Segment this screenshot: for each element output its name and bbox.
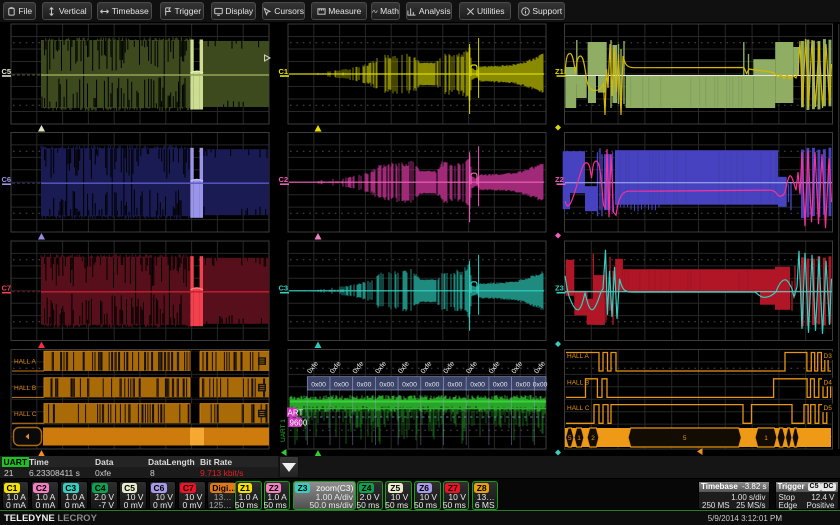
svg-text:0x00: 0x00 [516,381,531,388]
svg-text:Z3: Z3 [555,284,564,293]
svg-text:5: 5 [568,435,572,442]
svg-text:HALL B: HALL B [567,379,589,386]
svg-text:1: 1 [764,435,768,442]
svg-text:Z2: Z2 [555,175,564,184]
svg-text:1: 1 [577,435,581,442]
svg-text:C2: C2 [279,175,289,184]
svg-text:0x00: 0x00 [448,381,463,388]
svg-text:C7: C7 [2,284,12,293]
svg-text:HALL A: HALL A [567,353,589,360]
svg-text:0x00: 0x00 [533,381,548,388]
svg-text:HALL C: HALL C [14,411,37,418]
svg-text:C6: C6 [2,175,12,184]
svg-text:ART: ART [288,408,304,417]
svg-text:Z1: Z1 [555,67,564,76]
svg-text:D4: D4 [824,379,833,386]
svg-text:9600: 9600 [290,418,308,427]
svg-text:HALL C: HALL C [567,405,590,412]
svg-text:HALL B: HALL B [14,385,36,392]
svg-text:0x00: 0x00 [334,381,349,388]
svg-text:C5: C5 [2,67,12,76]
svg-text:0x00: 0x00 [493,381,508,388]
svg-text:0x00: 0x00 [357,381,372,388]
svg-text:D3: D3 [824,353,833,360]
svg-text:0x00: 0x00 [311,381,326,388]
svg-text:0x00: 0x00 [425,381,440,388]
svg-text:C1: C1 [279,67,289,76]
svg-text:UART 1: UART 1 [280,419,287,442]
svg-text:5: 5 [683,435,687,442]
svg-text:0x00: 0x00 [402,381,417,388]
svg-text:C3: C3 [279,284,289,293]
svg-text:0x00: 0x00 [379,381,394,388]
svg-text:HALL A: HALL A [14,359,36,366]
svg-text:D5: D5 [824,405,833,412]
svg-text:0x00: 0x00 [470,381,485,388]
svg-text:2: 2 [591,435,595,442]
